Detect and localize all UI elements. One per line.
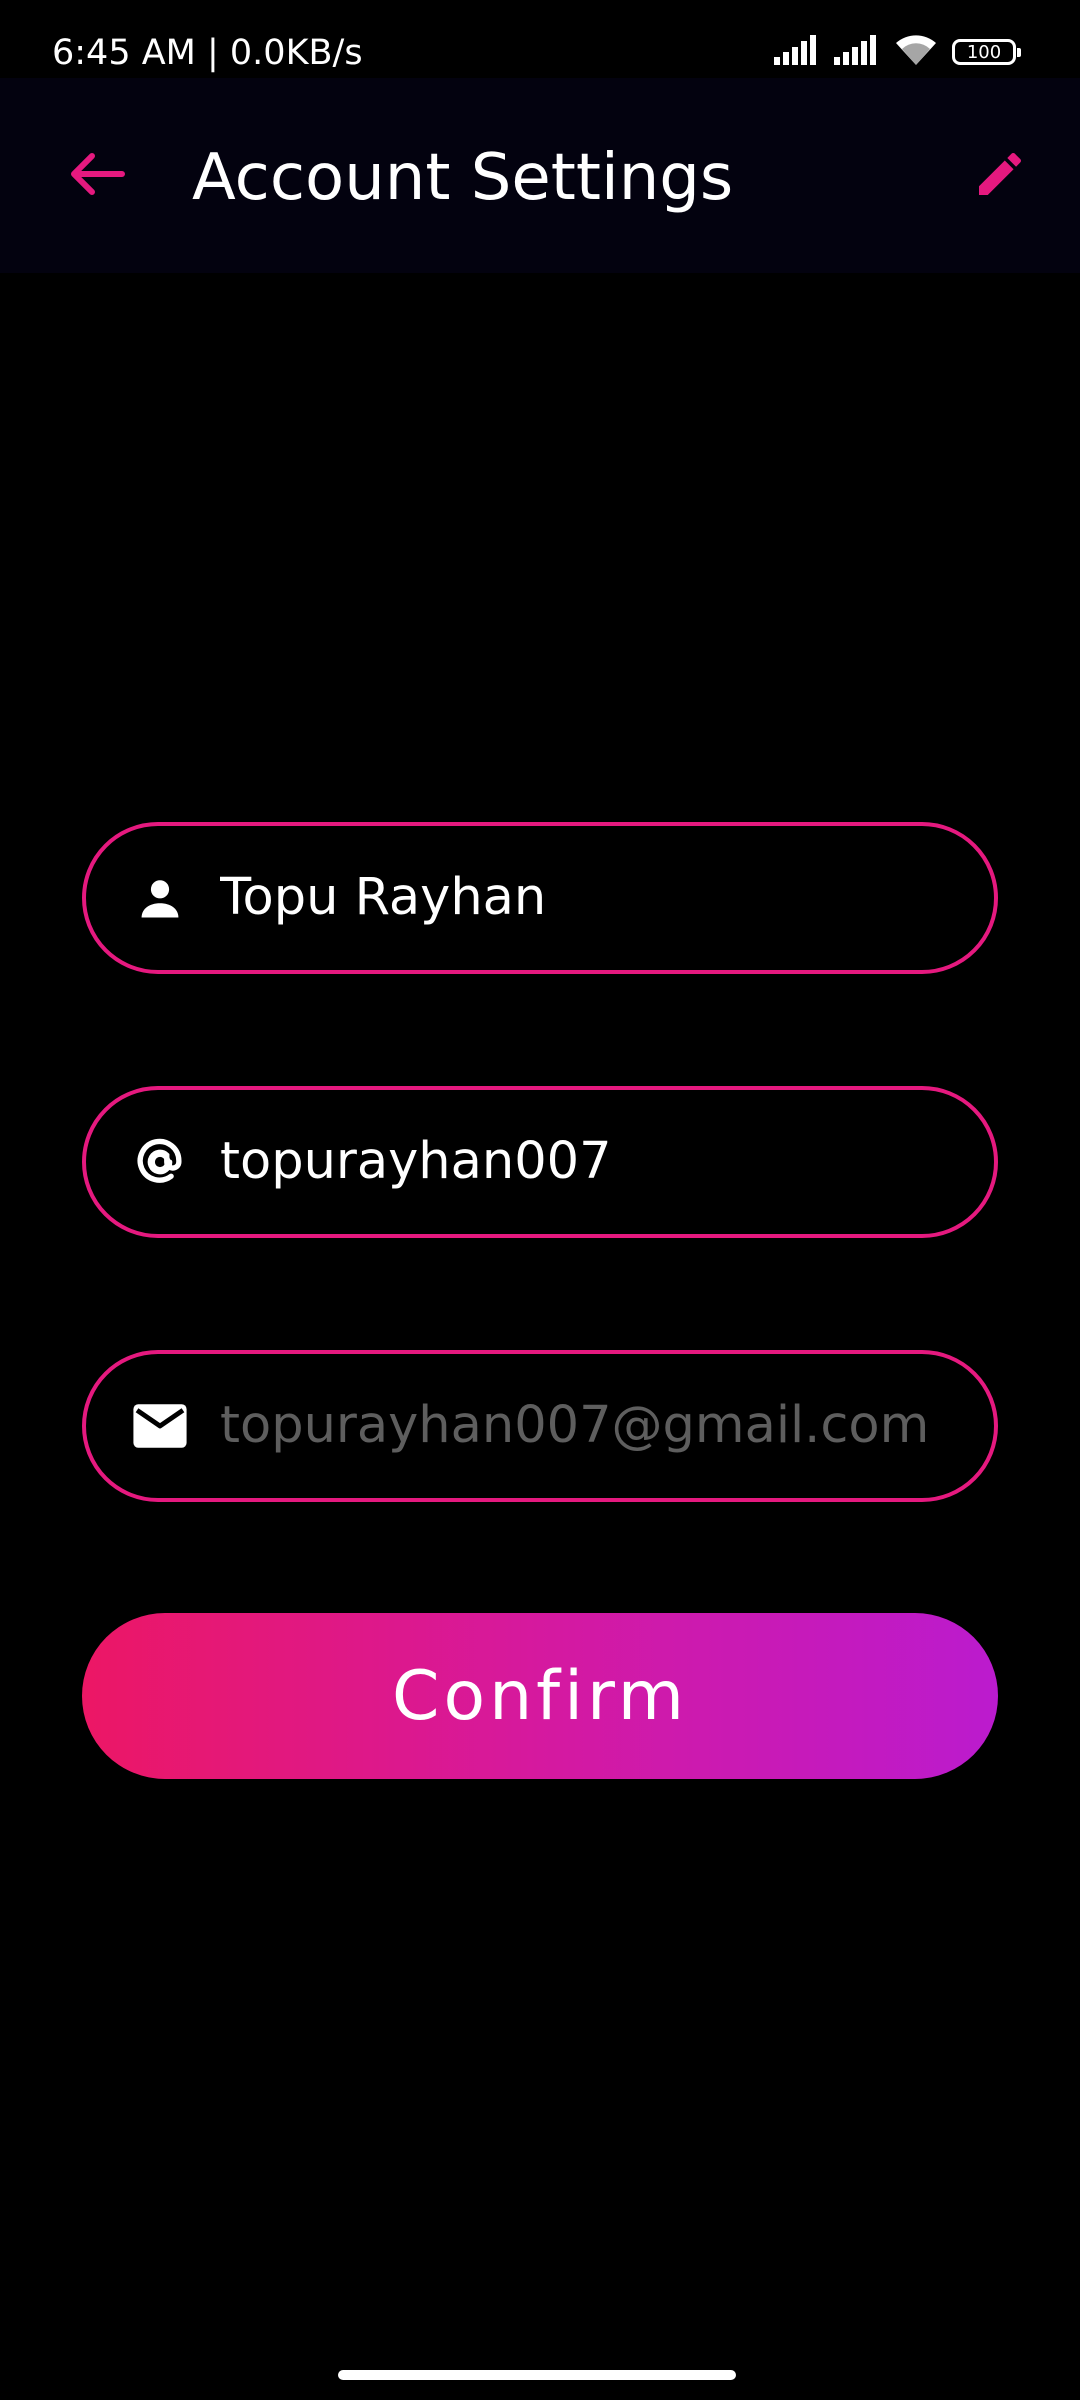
pencil-icon [972,146,1028,207]
name-field[interactable]: Topu Rayhan [82,822,998,974]
wifi-icon [894,33,938,72]
edit-button[interactable] [960,136,1040,216]
at-sign-icon [128,1130,192,1194]
confirm-button[interactable]: Confirm [82,1613,998,1779]
name-value: Topu Rayhan [220,868,547,927]
signal-icon [834,34,880,70]
status-bar: 6:45 AM | 0.0KB/s 100 [0,0,1080,78]
home-indicator[interactable] [338,2370,736,2380]
app-bar: Account Settings [0,78,1080,273]
confirm-label: Confirm [391,1656,688,1736]
status-icons: 100 [774,32,1021,72]
status-time: 6:45 AM | 0.0KB/s [52,33,363,73]
battery-level: 100 [966,41,1002,63]
envelope-icon [128,1394,192,1458]
username-field[interactable]: topurayhan007 [82,1086,998,1238]
arrow-left-icon [66,150,126,203]
email-field[interactable]: topurayhan007@gmail.com [82,1350,998,1502]
username-value: topurayhan007 [220,1132,612,1191]
signal-icon [774,34,820,70]
email-placeholder: topurayhan007@gmail.com [220,1396,930,1455]
battery-icon: 100 [952,39,1021,65]
page-title: Account Settings [192,141,734,215]
person-icon [128,866,192,930]
back-button[interactable] [56,136,136,216]
